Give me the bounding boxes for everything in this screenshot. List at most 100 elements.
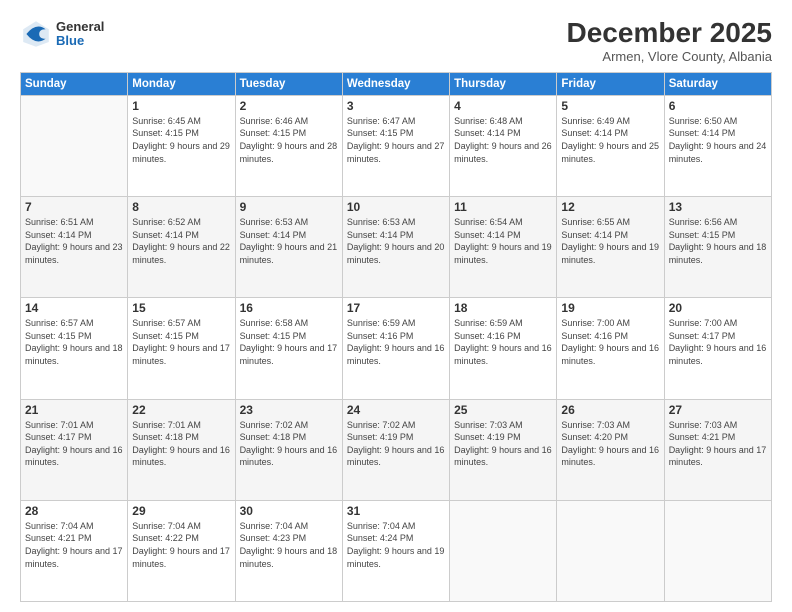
day-number: 1 bbox=[132, 99, 230, 113]
table-row bbox=[21, 95, 128, 196]
header-monday: Monday bbox=[128, 72, 235, 95]
header-tuesday: Tuesday bbox=[235, 72, 342, 95]
table-row: 26 Sunrise: 7:03 AMSunset: 4:20 PMDaylig… bbox=[557, 399, 664, 500]
day-number: 7 bbox=[25, 200, 123, 214]
day-info: Sunrise: 6:45 AMSunset: 4:15 PMDaylight:… bbox=[132, 116, 230, 164]
day-number: 6 bbox=[669, 99, 767, 113]
header-sunday: Sunday bbox=[21, 72, 128, 95]
day-number: 16 bbox=[240, 301, 338, 315]
day-number: 14 bbox=[25, 301, 123, 315]
day-number: 31 bbox=[347, 504, 445, 518]
calendar-week-row: 21 Sunrise: 7:01 AMSunset: 4:17 PMDaylig… bbox=[21, 399, 772, 500]
table-row: 1 Sunrise: 6:45 AMSunset: 4:15 PMDayligh… bbox=[128, 95, 235, 196]
day-number: 26 bbox=[561, 403, 659, 417]
table-row: 3 Sunrise: 6:47 AMSunset: 4:15 PMDayligh… bbox=[342, 95, 449, 196]
month-title: December 2025 bbox=[567, 18, 772, 49]
table-row: 17 Sunrise: 6:59 AMSunset: 4:16 PMDaylig… bbox=[342, 298, 449, 399]
day-info: Sunrise: 6:52 AMSunset: 4:14 PMDaylight:… bbox=[132, 217, 230, 265]
day-number: 27 bbox=[669, 403, 767, 417]
table-row: 7 Sunrise: 6:51 AMSunset: 4:14 PMDayligh… bbox=[21, 197, 128, 298]
location-subtitle: Armen, Vlore County, Albania bbox=[567, 49, 772, 64]
table-row: 9 Sunrise: 6:53 AMSunset: 4:14 PMDayligh… bbox=[235, 197, 342, 298]
day-number: 10 bbox=[347, 200, 445, 214]
day-info: Sunrise: 7:01 AMSunset: 4:18 PMDaylight:… bbox=[132, 420, 230, 468]
day-number: 2 bbox=[240, 99, 338, 113]
day-info: Sunrise: 6:49 AMSunset: 4:14 PMDaylight:… bbox=[561, 116, 659, 164]
header-friday: Friday bbox=[557, 72, 664, 95]
title-area: December 2025 Armen, Vlore County, Alban… bbox=[567, 18, 772, 64]
table-row bbox=[664, 500, 771, 601]
day-number: 30 bbox=[240, 504, 338, 518]
table-row: 25 Sunrise: 7:03 AMSunset: 4:19 PMDaylig… bbox=[450, 399, 557, 500]
day-info: Sunrise: 6:56 AMSunset: 4:15 PMDaylight:… bbox=[669, 217, 767, 265]
day-number: 17 bbox=[347, 301, 445, 315]
day-info: Sunrise: 7:00 AMSunset: 4:16 PMDaylight:… bbox=[561, 318, 659, 366]
day-info: Sunrise: 7:04 AMSunset: 4:21 PMDaylight:… bbox=[25, 521, 123, 569]
calendar-week-row: 7 Sunrise: 6:51 AMSunset: 4:14 PMDayligh… bbox=[21, 197, 772, 298]
day-info: Sunrise: 7:00 AMSunset: 4:17 PMDaylight:… bbox=[669, 318, 767, 366]
table-row: 18 Sunrise: 6:59 AMSunset: 4:16 PMDaylig… bbox=[450, 298, 557, 399]
day-info: Sunrise: 6:48 AMSunset: 4:14 PMDaylight:… bbox=[454, 116, 552, 164]
day-number: 4 bbox=[454, 99, 552, 113]
calendar-table: Sunday Monday Tuesday Wednesday Thursday… bbox=[20, 72, 772, 602]
day-number: 19 bbox=[561, 301, 659, 315]
table-row: 21 Sunrise: 7:01 AMSunset: 4:17 PMDaylig… bbox=[21, 399, 128, 500]
table-row: 12 Sunrise: 6:55 AMSunset: 4:14 PMDaylig… bbox=[557, 197, 664, 298]
day-number: 9 bbox=[240, 200, 338, 214]
header-wednesday: Wednesday bbox=[342, 72, 449, 95]
day-number: 28 bbox=[25, 504, 123, 518]
table-row: 20 Sunrise: 7:00 AMSunset: 4:17 PMDaylig… bbox=[664, 298, 771, 399]
logo-blue-text: Blue bbox=[56, 34, 104, 48]
table-row: 30 Sunrise: 7:04 AMSunset: 4:23 PMDaylig… bbox=[235, 500, 342, 601]
logo-text: General Blue bbox=[56, 20, 104, 49]
day-number: 23 bbox=[240, 403, 338, 417]
table-row: 31 Sunrise: 7:04 AMSunset: 4:24 PMDaylig… bbox=[342, 500, 449, 601]
table-row bbox=[450, 500, 557, 601]
table-row: 11 Sunrise: 6:54 AMSunset: 4:14 PMDaylig… bbox=[450, 197, 557, 298]
table-row: 10 Sunrise: 6:53 AMSunset: 4:14 PMDaylig… bbox=[342, 197, 449, 298]
day-info: Sunrise: 7:03 AMSunset: 4:21 PMDaylight:… bbox=[669, 420, 767, 468]
day-info: Sunrise: 7:04 AMSunset: 4:22 PMDaylight:… bbox=[132, 521, 230, 569]
day-info: Sunrise: 7:02 AMSunset: 4:19 PMDaylight:… bbox=[347, 420, 445, 468]
table-row: 22 Sunrise: 7:01 AMSunset: 4:18 PMDaylig… bbox=[128, 399, 235, 500]
logo-icon bbox=[20, 18, 52, 50]
header: General Blue December 2025 Armen, Vlore … bbox=[20, 18, 772, 64]
day-info: Sunrise: 6:50 AMSunset: 4:14 PMDaylight:… bbox=[669, 116, 767, 164]
day-info: Sunrise: 7:04 AMSunset: 4:24 PMDaylight:… bbox=[347, 521, 445, 569]
day-number: 21 bbox=[25, 403, 123, 417]
day-number: 5 bbox=[561, 99, 659, 113]
day-number: 20 bbox=[669, 301, 767, 315]
day-info: Sunrise: 6:46 AMSunset: 4:15 PMDaylight:… bbox=[240, 116, 338, 164]
day-number: 15 bbox=[132, 301, 230, 315]
day-info: Sunrise: 6:55 AMSunset: 4:14 PMDaylight:… bbox=[561, 217, 659, 265]
day-number: 22 bbox=[132, 403, 230, 417]
table-row: 15 Sunrise: 6:57 AMSunset: 4:15 PMDaylig… bbox=[128, 298, 235, 399]
calendar-week-row: 1 Sunrise: 6:45 AMSunset: 4:15 PMDayligh… bbox=[21, 95, 772, 196]
day-info: Sunrise: 7:04 AMSunset: 4:23 PMDaylight:… bbox=[240, 521, 338, 569]
table-row: 19 Sunrise: 7:00 AMSunset: 4:16 PMDaylig… bbox=[557, 298, 664, 399]
day-info: Sunrise: 6:54 AMSunset: 4:14 PMDaylight:… bbox=[454, 217, 552, 265]
day-info: Sunrise: 7:03 AMSunset: 4:20 PMDaylight:… bbox=[561, 420, 659, 468]
logo: General Blue bbox=[20, 18, 104, 50]
day-number: 13 bbox=[669, 200, 767, 214]
calendar-header-row: Sunday Monday Tuesday Wednesday Thursday… bbox=[21, 72, 772, 95]
day-number: 8 bbox=[132, 200, 230, 214]
day-number: 24 bbox=[347, 403, 445, 417]
calendar-week-row: 28 Sunrise: 7:04 AMSunset: 4:21 PMDaylig… bbox=[21, 500, 772, 601]
logo-general-text: General bbox=[56, 20, 104, 34]
day-info: Sunrise: 6:57 AMSunset: 4:15 PMDaylight:… bbox=[25, 318, 123, 366]
day-number: 3 bbox=[347, 99, 445, 113]
day-info: Sunrise: 6:59 AMSunset: 4:16 PMDaylight:… bbox=[454, 318, 552, 366]
table-row: 13 Sunrise: 6:56 AMSunset: 4:15 PMDaylig… bbox=[664, 197, 771, 298]
table-row: 29 Sunrise: 7:04 AMSunset: 4:22 PMDaylig… bbox=[128, 500, 235, 601]
day-info: Sunrise: 7:03 AMSunset: 4:19 PMDaylight:… bbox=[454, 420, 552, 468]
table-row: 6 Sunrise: 6:50 AMSunset: 4:14 PMDayligh… bbox=[664, 95, 771, 196]
page: General Blue December 2025 Armen, Vlore … bbox=[0, 0, 792, 612]
table-row: 24 Sunrise: 7:02 AMSunset: 4:19 PMDaylig… bbox=[342, 399, 449, 500]
header-saturday: Saturday bbox=[664, 72, 771, 95]
day-info: Sunrise: 6:51 AMSunset: 4:14 PMDaylight:… bbox=[25, 217, 123, 265]
table-row bbox=[557, 500, 664, 601]
table-row: 23 Sunrise: 7:02 AMSunset: 4:18 PMDaylig… bbox=[235, 399, 342, 500]
day-info: Sunrise: 6:58 AMSunset: 4:15 PMDaylight:… bbox=[240, 318, 338, 366]
table-row: 4 Sunrise: 6:48 AMSunset: 4:14 PMDayligh… bbox=[450, 95, 557, 196]
